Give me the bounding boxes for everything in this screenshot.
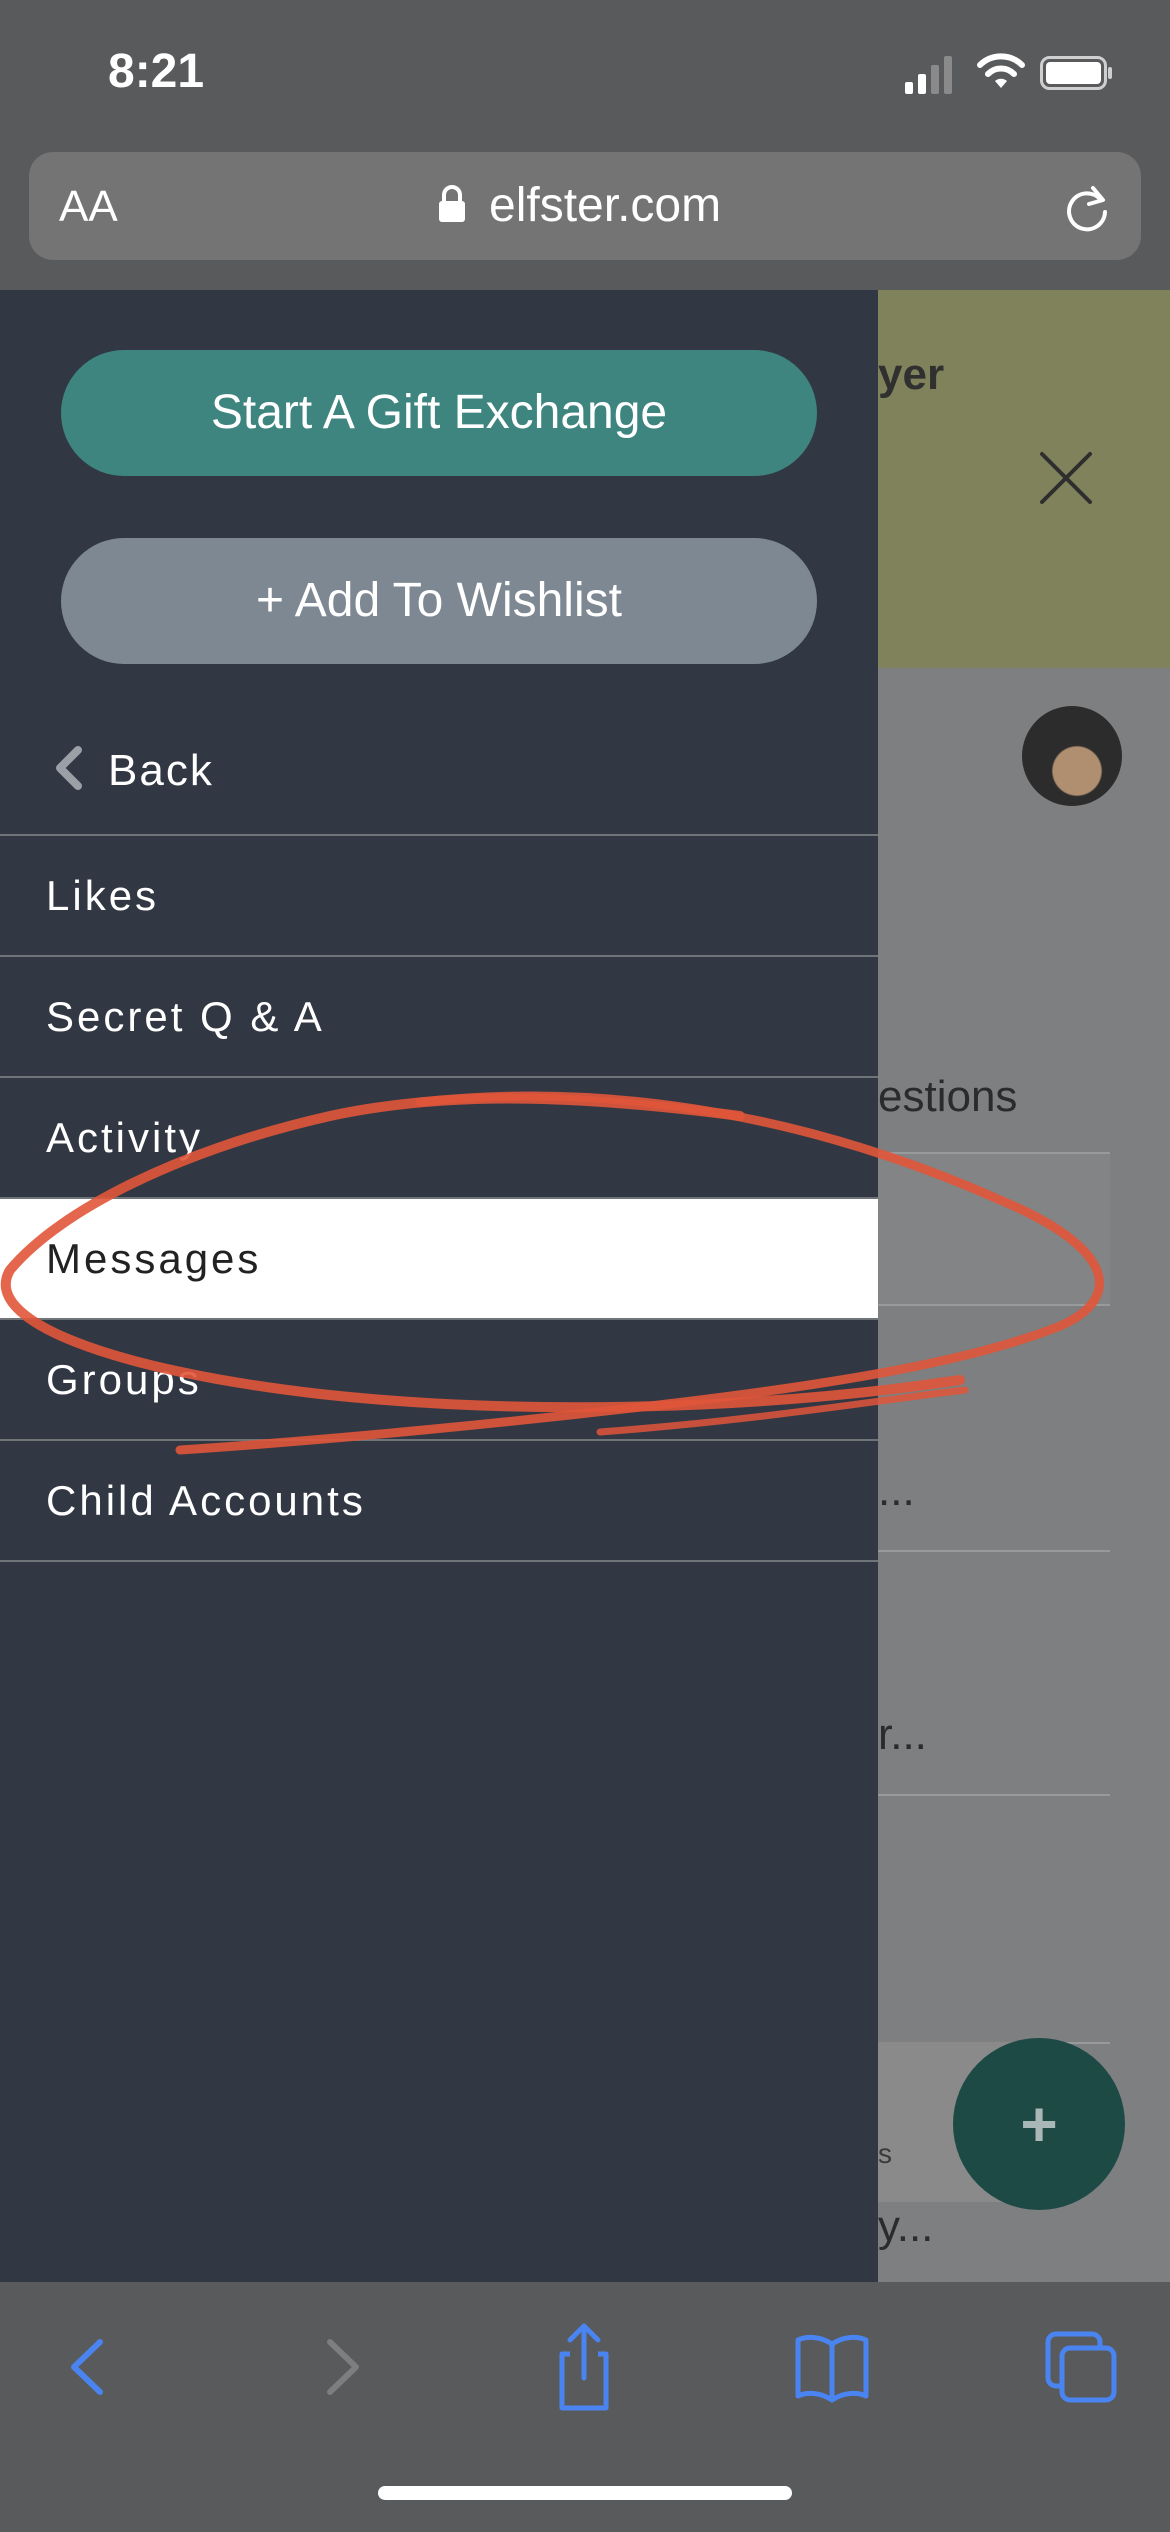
text-size-button[interactable]: AA (59, 182, 118, 232)
menu-item-secret-qa[interactable]: Secret Q & A (0, 955, 878, 1076)
menu-item-label: Secret Q & A (46, 993, 325, 1040)
back-button[interactable]: Back (0, 706, 878, 834)
divider (878, 1304, 1110, 1306)
menu-item-groups[interactable]: Groups (0, 1318, 878, 1439)
divider (878, 1550, 1110, 1552)
battery-icon (1040, 56, 1112, 90)
tabs-icon[interactable] (1030, 2322, 1130, 2412)
plus-icon: + (1020, 2088, 1058, 2160)
menu-item-activity[interactable]: Activity (0, 1076, 878, 1197)
home-indicator[interactable] (378, 2486, 792, 2500)
forward-arrow-icon[interactable] (290, 2322, 390, 2412)
chevron-left-icon (56, 746, 82, 790)
menu-item-label: Likes (46, 872, 160, 919)
menu-item-label: Child Accounts (46, 1477, 366, 1524)
menu-list: Likes Secret Q & A Activity Messages Gro… (0, 834, 878, 1562)
behind-text: s (878, 2138, 892, 2169)
promo-banner: yer (878, 290, 1170, 668)
wifi-icon (977, 53, 1025, 88)
add-to-wishlist-button[interactable]: + Add To Wishlist (61, 538, 817, 664)
behind-text: r... (878, 1710, 927, 1759)
reload-icon[interactable] (1061, 182, 1113, 234)
list-item (878, 1154, 1110, 1304)
address-bar[interactable]: AA elfster.com (29, 152, 1141, 260)
menu-item-label: Groups (46, 1356, 202, 1403)
status-time: 8:21 (108, 45, 205, 98)
menu-item-child-accounts[interactable]: Child Accounts (0, 1439, 878, 1562)
banner-text: yer (878, 350, 945, 399)
behind-text: y... (878, 2202, 934, 2251)
side-menu: Start A Gift Exchange + Add To Wishlist … (0, 290, 878, 2282)
back-arrow-icon[interactable] (40, 2322, 140, 2412)
menu-item-likes[interactable]: Likes (0, 834, 878, 955)
bookmarks-icon[interactable] (782, 2322, 882, 2412)
behind-text: estions (878, 1072, 1018, 1121)
url-text[interactable]: elfster.com (489, 178, 721, 233)
menu-item-messages[interactable]: Messages (0, 1197, 878, 1318)
start-gift-exchange-button[interactable]: Start A Gift Exchange (61, 350, 817, 476)
add-button[interactable]: + (953, 2038, 1125, 2210)
avatar[interactable] (1022, 706, 1122, 806)
back-label: Back (108, 746, 214, 795)
text-size-label: AA (59, 182, 118, 231)
underlying-page: yer estions ... r... s y... + (878, 290, 1170, 2282)
share-icon[interactable] (534, 2322, 634, 2412)
menu-item-label: Messages (46, 1235, 262, 1282)
status-bar: 8:21 (0, 0, 1170, 150)
close-icon[interactable] (1038, 450, 1094, 506)
menu-item-label: Activity (46, 1114, 204, 1161)
cellular-signal-icon (905, 56, 952, 94)
behind-text: ... (878, 1466, 915, 1515)
lock-icon (439, 185, 465, 222)
divider (878, 1794, 1110, 1796)
